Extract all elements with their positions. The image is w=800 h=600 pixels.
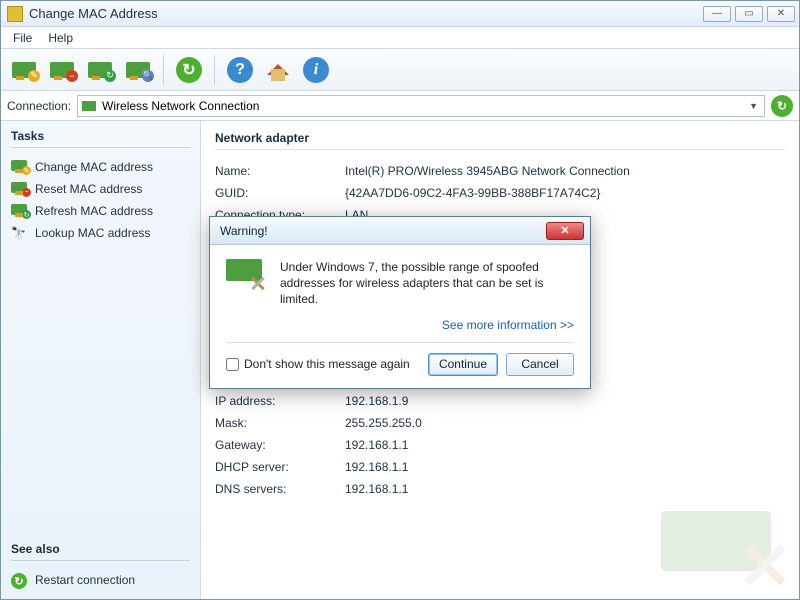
prop-value: 192.168.1.1 [345,482,785,496]
see-also-label: Restart connection [35,573,135,587]
task-refresh-mac[interactable]: ↻ Refresh MAC address [11,200,190,222]
toolbar-separator [214,55,215,85]
see-also-header: See also [11,542,190,561]
refresh-icon: ↻ [11,573,29,587]
dialog-titlebar: Warning! ✕ [210,217,590,245]
prop-label: Gateway: [215,438,345,452]
window-buttons: — ▭ ✕ [703,6,795,22]
dialog-body: Under Windows 7, the possible range of s… [210,245,590,388]
dialog-more-link[interactable]: See more information >> [442,318,574,332]
dialog-close-button[interactable]: ✕ [546,222,584,240]
prop-label: DHCP server: [215,460,345,474]
prop-value: Intel(R) PRO/Wireless 3945ABG Network Co… [345,164,785,178]
prop-row: Name:Intel(R) PRO/Wireless 3945ABG Netwo… [215,160,785,182]
task-lookup-mac[interactable]: 🔭 Lookup MAC address [11,222,190,244]
prop-row: DNS servers:192.168.1.1 [215,478,785,500]
toolbar-lookup-mac[interactable]: 🔍 [121,53,155,87]
app-icon [7,6,23,22]
dont-show-checkbox-label[interactable]: Don't show this message again [226,357,420,371]
section-header: Network adapter [215,131,785,150]
toolbar-separator [163,55,164,85]
toolbar-refresh[interactable]: ↻ [172,53,206,87]
prop-value: 192.168.1.1 [345,438,785,452]
toolbar-home[interactable] [261,53,295,87]
menu-help[interactable]: Help [40,29,81,47]
prop-value: {42AA7DD6-09C2-4FA3-99BB-388BF17A74C2} [345,186,785,200]
prop-row: DHCP server:192.168.1.1 [215,456,785,478]
dialog-footer: Don't show this message again Continue C… [226,342,574,376]
prop-label: GUID: [215,186,345,200]
dialog-title: Warning! [216,224,546,238]
prop-value: 255.255.255.0 [345,416,785,430]
prop-row: Mask:255.255.255.0 [215,412,785,434]
continue-button[interactable]: Continue [428,353,498,376]
toolbar-change-mac[interactable]: ✎ [7,53,41,87]
binoculars-icon: 🔭 [11,226,29,240]
connection-dropdown[interactable]: Wireless Network Connection ▼ [77,95,765,117]
task-label: Reset MAC address [35,182,142,196]
menubar: File Help [1,27,799,49]
menu-file[interactable]: File [5,29,40,47]
prop-row: GUID:{42AA7DD6-09C2-4FA3-99BB-388BF17A74… [215,182,785,204]
sidebar: Tasks ✎ Change MAC address − Reset MAC a… [1,121,201,599]
see-also-restart[interactable]: ↻ Restart connection [11,569,190,591]
prop-value: 192.168.1.1 [345,460,785,474]
connection-value: Wireless Network Connection [102,99,259,113]
prop-label: IP address: [215,394,345,408]
maximize-button[interactable]: ▭ [735,6,763,22]
task-label: Lookup MAC address [35,226,150,240]
task-reset-mac[interactable]: − Reset MAC address [11,178,190,200]
prop-row: IP address:192.168.1.9 [215,390,785,412]
minimize-button[interactable]: — [703,6,731,22]
connection-bar: Connection: Wireless Network Connection … [1,91,799,121]
prop-label: DNS servers: [215,482,345,496]
connection-icon [82,101,96,111]
toolbar-help[interactable]: ? [223,53,257,87]
titlebar: Change MAC Address — ▭ ✕ [1,1,799,27]
window-title: Change MAC Address [29,6,703,21]
dialog-message: Under Windows 7, the possible range of s… [280,259,574,308]
dialog-icon [226,259,266,291]
task-label: Refresh MAC address [35,204,153,218]
toolbar-about[interactable]: i [299,53,333,87]
chevron-down-icon: ▼ [749,101,758,111]
task-label: Change MAC address [35,160,153,174]
toolbar: ✎ − ↻ 🔍 ↻ ? i [1,49,799,91]
close-button[interactable]: ✕ [767,6,795,22]
tasks-header: Tasks [11,129,190,148]
dont-show-text: Don't show this message again [244,357,410,371]
watermark-icon [655,505,795,595]
prop-label: Mask: [215,416,345,430]
warning-dialog: Warning! ✕ Under Windows 7, the possible… [209,216,591,389]
cancel-button[interactable]: Cancel [506,353,574,376]
prop-value: 192.168.1.9 [345,394,785,408]
prop-label: Name: [215,164,345,178]
dont-show-checkbox[interactable] [226,358,239,371]
toolbar-refresh-mac[interactable]: ↻ [83,53,117,87]
prop-row: Gateway:192.168.1.1 [215,434,785,456]
connection-label: Connection: [7,99,71,113]
toolbar-reset-mac[interactable]: − [45,53,79,87]
task-change-mac[interactable]: ✎ Change MAC address [11,156,190,178]
connection-refresh-button[interactable]: ↻ [771,95,793,117]
